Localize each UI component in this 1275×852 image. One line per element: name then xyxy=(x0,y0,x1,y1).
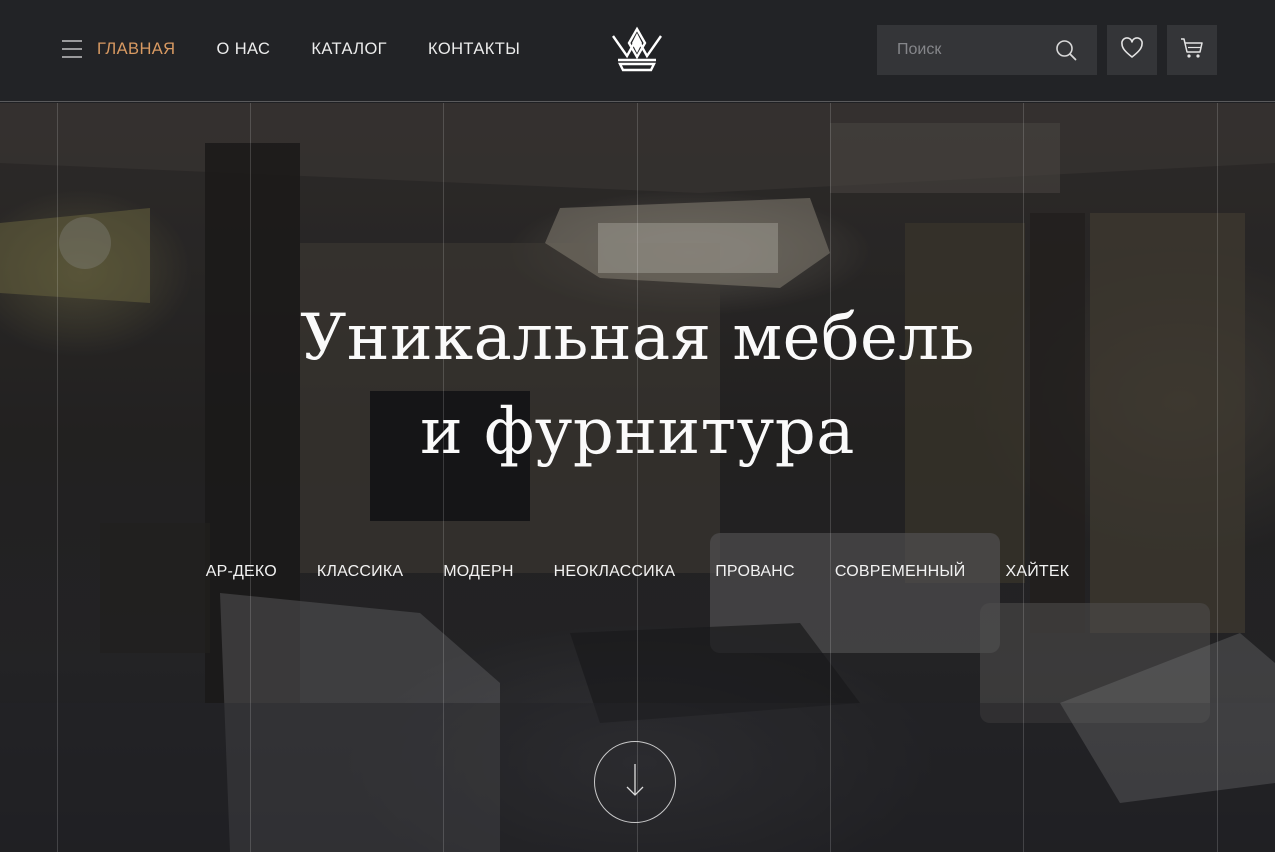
style-links: АР-ДЕКО КЛАССИКА МОДЕРН НЕОКЛАССИКА ПРОВ… xyxy=(0,561,1275,583)
nav-item-catalog[interactable]: КАТАЛОГ xyxy=(311,38,387,60)
arrow-down-icon xyxy=(624,763,646,802)
hero-section: Уникальная мебель и фурнитура АР-ДЕКО КЛ… xyxy=(0,103,1275,852)
hamburger-menu-icon[interactable] xyxy=(62,40,82,58)
favorites-button[interactable] xyxy=(1107,25,1157,75)
nav-item-about[interactable]: О НАС xyxy=(216,38,270,60)
cart-icon xyxy=(1180,37,1204,64)
style-link-neoclassic[interactable]: НЕОКЛАССИКА xyxy=(554,561,676,583)
heart-icon xyxy=(1120,36,1144,64)
cart-button[interactable] xyxy=(1167,25,1217,75)
style-link-modern[interactable]: МОДЕРН xyxy=(443,561,513,583)
nav-item-contacts[interactable]: КОНТАКТЫ xyxy=(428,38,520,60)
scroll-down-button[interactable] xyxy=(594,741,676,823)
search-icon[interactable] xyxy=(1055,39,1077,61)
search-input[interactable] xyxy=(877,41,1047,59)
style-link-art-deco[interactable]: АР-ДЕКО xyxy=(206,561,277,583)
hero-headline-line1: Уникальная мебель xyxy=(300,301,975,375)
style-link-hitech[interactable]: ХАЙТЕК xyxy=(1005,561,1069,583)
nav-item-home[interactable]: ГЛАВНАЯ xyxy=(97,38,175,60)
style-link-provence[interactable]: ПРОВАНС xyxy=(715,561,795,583)
hero-headline: Уникальная мебель и фурнитура xyxy=(0,291,1275,479)
hero-headline-line2: и фурнитура xyxy=(420,395,855,469)
style-link-contemporary[interactable]: СОВРЕМЕННЫЙ xyxy=(835,561,966,583)
site-header: ГЛАВНАЯ О НАС КАТАЛОГ КОНТАКТЫ xyxy=(0,0,1275,102)
style-link-classic[interactable]: КЛАССИКА xyxy=(317,561,403,583)
search-box xyxy=(877,25,1097,75)
main-nav: ГЛАВНАЯ О НАС КАТАЛОГ КОНТАКТЫ xyxy=(97,38,561,60)
crown-logo[interactable] xyxy=(611,26,663,74)
